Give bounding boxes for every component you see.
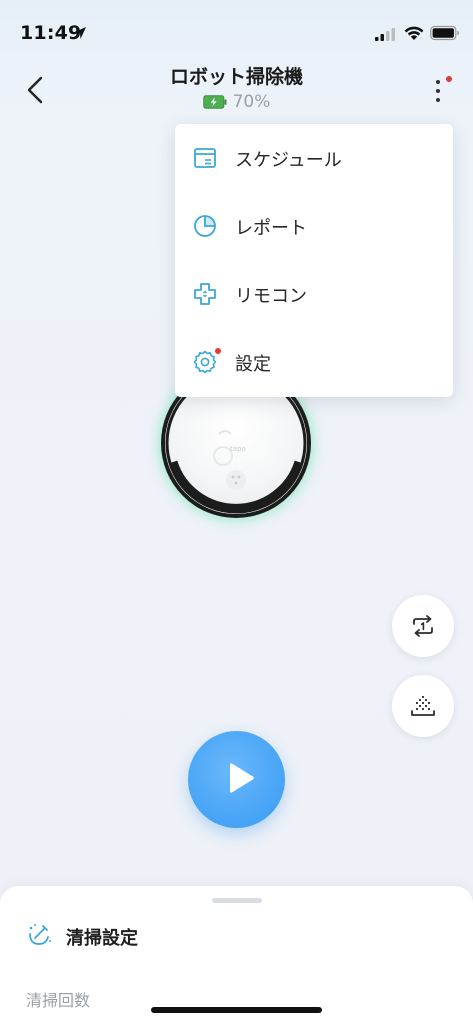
battery-percent: 70% [232, 92, 271, 112]
status-bar: 11:49 [0, 0, 473, 60]
robot-brand-logo: tapo [230, 445, 246, 453]
more-vertical-icon [436, 80, 440, 84]
repeat-once-button[interactable] [392, 595, 454, 657]
settings-notification-dot [215, 348, 221, 354]
menu-item-label: スケジュール [235, 150, 342, 171]
sheet-drag-handle[interactable] [212, 898, 262, 903]
start-cleaning-button[interactable] [188, 731, 285, 828]
menu-item-report[interactable]: レポート [175, 192, 453, 260]
battery-icon [430, 25, 459, 41]
page-title: ロボット掃除機 [169, 66, 303, 88]
home-indicator[interactable] [151, 1007, 322, 1013]
more-options-button[interactable] [424, 74, 454, 108]
clean-count-label: 清掃回数 [26, 991, 91, 1010]
pie-chart-icon [194, 215, 216, 237]
repeat-once-icon [413, 615, 433, 637]
wifi-icon [404, 26, 424, 40]
menu-item-remote[interactable]: リモコン [175, 260, 453, 328]
menu-item-label: 設定 [235, 354, 271, 375]
dust-bin-icon [411, 695, 435, 716]
menu-item-settings[interactable]: 設定 [175, 328, 453, 396]
menu-item-schedule[interactable]: スケジュール [175, 124, 453, 192]
battery-status: 70% [0, 92, 473, 112]
play-icon [230, 763, 254, 793]
menu-item-label: レポート [235, 218, 307, 239]
calendar-icon [194, 148, 216, 168]
location-arrow-icon [74, 27, 86, 39]
charging-battery-icon [202, 95, 227, 109]
bottom-sheet: 清掃設定 清掃回数 [0, 886, 473, 1024]
cellular-signal-icon [375, 28, 395, 41]
notification-dot [446, 76, 452, 82]
dropdown-menu: スケジュール レポート リモコン 設定 [175, 124, 453, 397]
dust-bin-button[interactable] [392, 675, 454, 737]
remote-control-icon [194, 283, 216, 305]
more-vertical-icon-dot [436, 89, 440, 93]
clean-settings-title: 清掃設定 [66, 928, 138, 949]
more-vertical-icon-dot [436, 98, 440, 102]
menu-item-label: リモコン [235, 286, 307, 307]
cleaning-settings-icon [29, 924, 51, 945]
